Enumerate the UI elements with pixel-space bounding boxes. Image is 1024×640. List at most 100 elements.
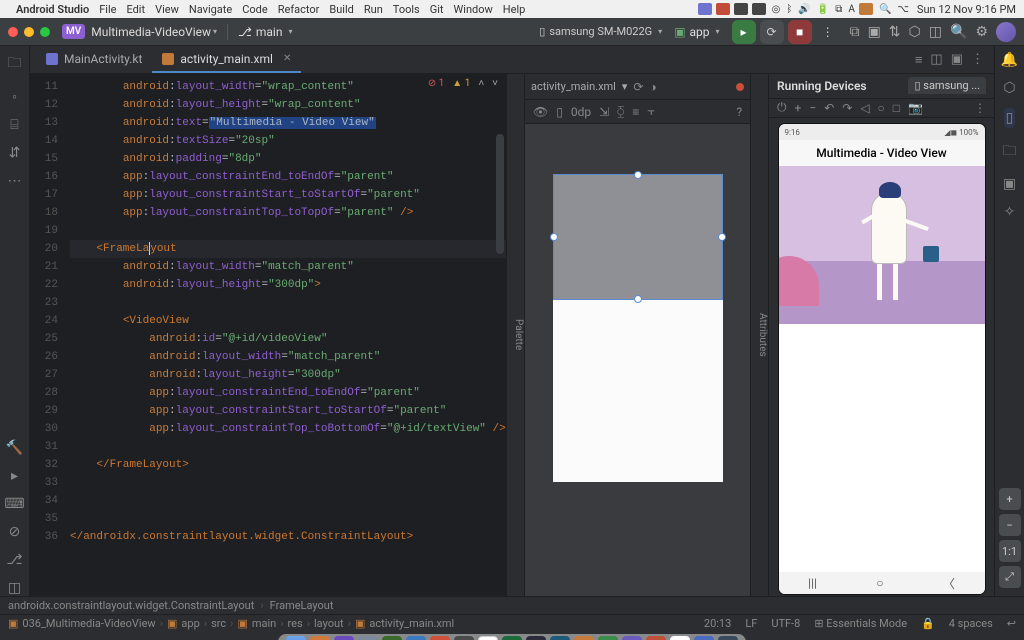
menu-edit[interactable]: Edit bbox=[126, 3, 145, 16]
menu-run[interactable]: Run bbox=[364, 3, 383, 16]
back-icon[interactable]: 〈 bbox=[943, 575, 955, 592]
align-icon[interactable]: ≡ bbox=[632, 105, 639, 119]
structure-tool-icon[interactable]: ⌸ bbox=[10, 117, 18, 133]
path-seg[interactable]: src bbox=[211, 617, 226, 630]
zoom-icon[interactable] bbox=[40, 27, 50, 37]
editor-gutter[interactable]: 1112131415161718192021222324252627282930… bbox=[30, 74, 64, 596]
tray-icon[interactable] bbox=[859, 3, 873, 15]
menu-view[interactable]: View bbox=[155, 3, 179, 16]
tab-activity-main[interactable]: activity_main.xml ✕ bbox=[152, 46, 301, 73]
device-select-icon[interactable]: ▯ bbox=[556, 105, 563, 119]
running-devices-icon[interactable]: ▯ bbox=[1004, 108, 1016, 128]
dock-app[interactable] bbox=[382, 636, 402, 640]
dock-app[interactable] bbox=[718, 636, 738, 640]
file-encoding[interactable]: UTF-8 bbox=[771, 617, 800, 630]
chevron-down-icon[interactable]: ▾ bbox=[213, 27, 217, 36]
run-tool-icon[interactable]: ▸ bbox=[11, 468, 18, 484]
back-icon[interactable]: ◁ bbox=[860, 101, 869, 115]
macos-dock[interactable] bbox=[0, 632, 1024, 640]
shield-icon[interactable]: ◎ bbox=[772, 4, 781, 15]
selected-component[interactable] bbox=[553, 174, 723, 300]
emulator-icon[interactable]: ▣ bbox=[1003, 176, 1016, 192]
gradle-icon[interactable]: ⬡ bbox=[1003, 80, 1015, 96]
dock-app[interactable] bbox=[430, 636, 450, 640]
git-branch-selector[interactable]: ⎇ main ▾ bbox=[238, 25, 292, 39]
code-view-icon[interactable]: ≡ bbox=[915, 52, 923, 68]
device-selector[interactable]: ▯ samsung SM-M022G ▾ bbox=[539, 25, 662, 38]
menubar-clock[interactable]: Sun 12 Nov 9:16 PM bbox=[917, 3, 1016, 16]
path-seg[interactable]: layout bbox=[314, 617, 344, 630]
tray-icon[interactable] bbox=[734, 3, 748, 15]
dock-app[interactable] bbox=[622, 636, 642, 640]
layout-canvas[interactable] bbox=[525, 124, 750, 596]
bluetooth-icon[interactable]: ᛒ bbox=[786, 4, 792, 15]
dock-app-chrome[interactable] bbox=[478, 636, 498, 640]
menu-tools[interactable]: Tools bbox=[393, 3, 420, 16]
power-icon[interactable]: ⏻ bbox=[777, 100, 787, 115]
problems-tool-icon[interactable]: ⊘ bbox=[9, 524, 21, 540]
menu-file[interactable]: File bbox=[99, 3, 116, 16]
project-name[interactable]: Multimedia-VideoView bbox=[91, 25, 211, 39]
device-manager-icon[interactable]: ▣ bbox=[868, 24, 881, 40]
orientation-icon[interactable]: ⟳ bbox=[633, 80, 643, 94]
path-seg[interactable]: main bbox=[252, 617, 276, 630]
tray-icon[interactable] bbox=[752, 3, 766, 15]
rotate-right-icon[interactable]: ↷ bbox=[842, 101, 852, 115]
menu-code[interactable]: Code bbox=[242, 3, 267, 16]
menu-help[interactable]: Help bbox=[503, 3, 526, 16]
more-actions-button[interactable]: ⋮ bbox=[816, 20, 840, 44]
device-preview-frame[interactable] bbox=[553, 174, 723, 482]
run-button[interactable]: ▸ bbox=[732, 20, 756, 44]
device-tab[interactable]: ▯ samsung ... bbox=[908, 77, 986, 94]
error-indicator-icon[interactable] bbox=[736, 83, 744, 91]
battery-icon[interactable]: 🔋 bbox=[817, 4, 829, 15]
caret-position[interactable]: 20:13 bbox=[704, 617, 731, 630]
recents-icon[interactable]: ||| bbox=[808, 576, 817, 590]
path-seg[interactable]: app bbox=[181, 617, 199, 630]
rotate-left-icon[interactable]: ↶ bbox=[824, 101, 834, 115]
wifi-icon[interactable]: ⧉ bbox=[835, 4, 842, 15]
constraint-icon[interactable]: ⇲ bbox=[599, 105, 609, 119]
tab-menu-icon[interactable]: ⋮ bbox=[971, 52, 984, 68]
account-avatar[interactable] bbox=[996, 22, 1016, 42]
vcs-tool-icon[interactable]: ⎇ bbox=[6, 552, 22, 568]
menu-git[interactable]: Git bbox=[430, 3, 444, 16]
dock-app[interactable] bbox=[310, 636, 330, 640]
layout-tool-icon[interactable]: ◫ bbox=[8, 580, 21, 596]
stop-button[interactable]: ■ bbox=[788, 20, 812, 44]
commit-tool-icon[interactable]: ◦ bbox=[12, 88, 17, 105]
control-center-icon[interactable]: ⌥ bbox=[897, 4, 909, 15]
volume-up-icon[interactable]: + bbox=[795, 101, 802, 115]
readonly-icon[interactable]: 🔒 bbox=[921, 617, 935, 630]
dock-app[interactable] bbox=[646, 636, 666, 640]
design-view-icon[interactable]: ▣ bbox=[951, 52, 963, 68]
dock-app[interactable] bbox=[454, 636, 474, 640]
home-icon[interactable]: ○ bbox=[876, 576, 883, 590]
pull-requests-icon[interactable]: ⇵ bbox=[9, 145, 21, 161]
tray-icon[interactable] bbox=[698, 3, 712, 15]
close-icon[interactable]: ✕ bbox=[283, 53, 291, 64]
terminal-tool-icon[interactable]: ⌨ bbox=[4, 496, 24, 512]
notifications-icon[interactable]: 🔔 bbox=[1001, 52, 1018, 68]
dock-app[interactable] bbox=[502, 636, 522, 640]
tab-mainactivity[interactable]: MainActivity.kt bbox=[36, 46, 152, 73]
magnet-icon[interactable]: ⧲ bbox=[617, 104, 624, 119]
path-root[interactable]: 036_Multimedia-VideoView bbox=[22, 617, 155, 630]
inspection-badges[interactable]: ⊘ 1 ▲ 1 ˄ ˅ bbox=[428, 78, 498, 89]
margin-value[interactable]: 0dp bbox=[571, 105, 591, 119]
code-editor[interactable]: ⊘ 1 ▲ 1 ˄ ˅ 1112131415161718192021222324… bbox=[30, 74, 506, 596]
guideline-icon[interactable]: ⫟ bbox=[647, 104, 654, 119]
device-mirror[interactable]: 9:16 ◢◼ 100% Multimedia - Video View bbox=[779, 124, 985, 594]
zoom-out-button[interactable]: − bbox=[999, 514, 1021, 536]
layout-inspector-icon[interactable]: ◫ bbox=[929, 24, 942, 40]
home-icon[interactable]: ○ bbox=[878, 101, 885, 115]
phone-nav-bar[interactable]: ||| ○ 〈 bbox=[779, 572, 985, 594]
dock-app[interactable] bbox=[598, 636, 618, 640]
dock-app-photoshop[interactable] bbox=[550, 636, 570, 640]
dock-app[interactable] bbox=[526, 636, 546, 640]
dock-app[interactable] bbox=[670, 636, 690, 640]
element-breadcrumb[interactable]: androidx.constraintlayout.widget.Constra… bbox=[0, 596, 1024, 614]
crumb[interactable]: FrameLayout bbox=[270, 599, 334, 612]
more-tool-icon[interactable]: ⋯ bbox=[8, 173, 22, 189]
build-tool-icon[interactable]: 🔨 bbox=[6, 440, 23, 456]
